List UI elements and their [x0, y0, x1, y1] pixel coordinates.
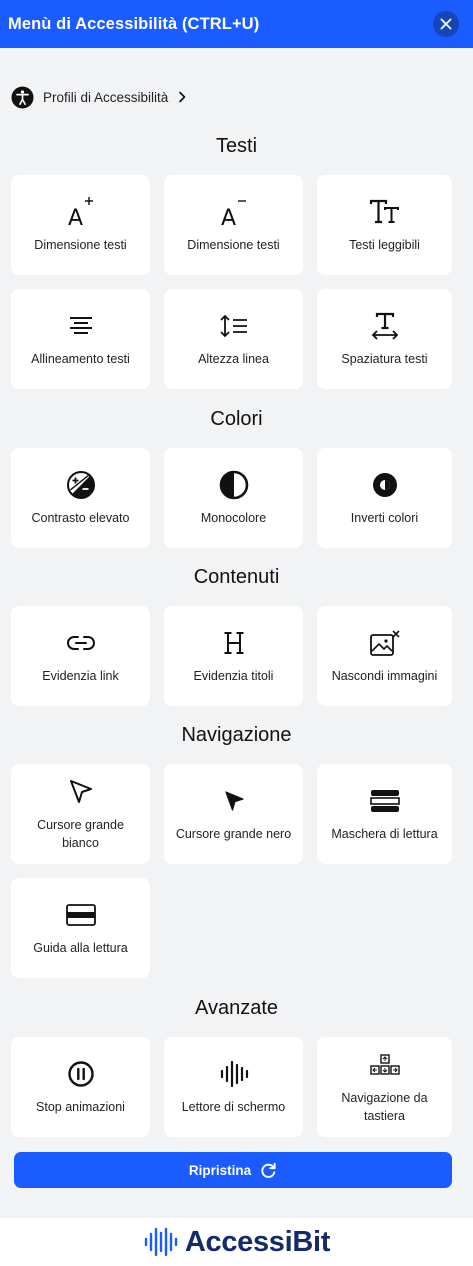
- reset-label: Ripristina: [188, 1162, 252, 1178]
- close-icon: [440, 18, 452, 30]
- option-big-white-cursor[interactable]: Cursore grande bianco: [11, 764, 150, 864]
- close-button[interactable]: [433, 11, 459, 37]
- section-title-navigazione: Navigazione: [181, 724, 292, 746]
- link-icon: [66, 636, 95, 650]
- option-increase-text-size[interactable]: A Dimensione testi: [11, 175, 150, 275]
- keyboard-keys-icon: [369, 1054, 400, 1075]
- letter-spacing-icon: [371, 312, 398, 340]
- option-label: Cursore grande nero: [175, 827, 292, 841]
- option-label: Guida alla lettura: [33, 941, 128, 955]
- cursor-outline-icon: [69, 780, 92, 803]
- option-highlight-links[interactable]: Evidenzia link: [11, 606, 150, 706]
- pause-circle-icon: [67, 1061, 94, 1087]
- option-text-align[interactable]: Allineamento testi: [11, 289, 150, 389]
- option-label: Lettore di schermo: [181, 1100, 286, 1114]
- option-monochrome[interactable]: Monocolore: [164, 448, 303, 548]
- half-circle-icon: [219, 470, 248, 500]
- option-screen-reader[interactable]: Lettore di schermo: [164, 1037, 303, 1137]
- option-line-height[interactable]: Altezza linea: [164, 289, 303, 389]
- contenuti-grid: Evidenzia link Evidenzia titoli Nascondi…: [11, 606, 452, 706]
- brand-name-part-a: Accessi: [184, 1225, 293, 1258]
- option-label: Navigazione da tastiera: [341, 1091, 428, 1123]
- refresh-icon: [261, 1162, 276, 1178]
- audio-wave-icon: [220, 1060, 248, 1088]
- hide-image-icon: [369, 630, 400, 656]
- contrast-icon: [66, 471, 95, 499]
- section-title-colori: Colori: [210, 408, 263, 430]
- option-decrease-text-size[interactable]: A Dimensione testi: [164, 175, 303, 275]
- option-label: Nascondi immagini: [331, 669, 438, 683]
- reset-button[interactable]: Ripristina: [14, 1152, 452, 1188]
- option-stop-animations[interactable]: Stop animazioni: [11, 1037, 150, 1137]
- avanzate-grid: Stop animazioni Lettore di schermo Navig…: [11, 1037, 452, 1137]
- accessibility-person-icon: [11, 85, 34, 109]
- text-increase-icon: A: [68, 197, 93, 228]
- option-hide-images[interactable]: Nascondi immagini: [317, 606, 452, 706]
- option-label: Cursore grande bianco: [37, 818, 124, 850]
- option-label: Monocolore: [200, 511, 267, 525]
- option-label: Evidenzia titoli: [193, 669, 274, 683]
- option-label: Contrasto elevato: [31, 511, 130, 525]
- accessibility-profiles-link[interactable]: Profili di Accessibilità: [11, 85, 187, 109]
- colori-grid: Contrasto elevato Monocolore Inverti col…: [11, 448, 452, 548]
- option-big-black-cursor[interactable]: Cursore grande nero: [164, 764, 303, 864]
- chevron-right-icon: [179, 91, 186, 103]
- cursor-filled-icon: [224, 791, 244, 811]
- option-high-contrast[interactable]: Contrasto elevato: [11, 448, 150, 548]
- option-reading-mask[interactable]: Maschera di lettura: [317, 764, 452, 864]
- option-label: Evidenzia link: [42, 669, 119, 683]
- option-label: Testi leggibili: [349, 238, 420, 252]
- option-label: Allineamento testi: [31, 352, 130, 366]
- section-title-testi: Testi: [215, 135, 258, 157]
- testi-grid: A Dimensione testi A Dimensione testi Te…: [11, 175, 452, 389]
- svg-text:A: A: [221, 206, 236, 228]
- option-invert-colors[interactable]: Inverti colori: [317, 448, 452, 548]
- brand-name-part-b: Bit: [292, 1225, 331, 1258]
- option-label: Inverti colori: [350, 511, 419, 525]
- option-readable-text[interactable]: Testi leggibili: [317, 175, 452, 275]
- menu-title: Menù di Accessibilità (CTRL+U): [8, 14, 260, 33]
- option-label: Stop animazioni: [36, 1100, 125, 1114]
- option-label: Spaziatura testi: [341, 352, 428, 366]
- reading-mask-icon: [369, 790, 400, 812]
- navigazione-grid: Cursore grande bianco Cursore grande ner…: [11, 764, 452, 978]
- accessibit-logo-icon: [144, 1227, 178, 1257]
- menu-header: Menù di Accessibilità (CTRL+U): [0, 0, 473, 48]
- option-highlight-titles[interactable]: Evidenzia titoli: [164, 606, 303, 706]
- svg-text:A: A: [68, 206, 83, 228]
- align-center-icon: [69, 317, 92, 334]
- option-text-spacing[interactable]: Spaziatura testi: [317, 289, 452, 389]
- section-title-avanzate: Avanzate: [194, 997, 279, 1019]
- footer-brand: AccessiBit: [0, 1218, 473, 1266]
- option-keyboard-navigation[interactable]: Navigazione da tastiera: [317, 1037, 452, 1137]
- profiles-label: Profili di Accessibilità: [43, 89, 169, 105]
- readable-font-icon: [369, 199, 399, 224]
- reading-guide-icon: [65, 904, 96, 926]
- option-label: Dimensione testi: [34, 238, 127, 252]
- text-decrease-icon: A: [221, 200, 246, 228]
- invert-colors-icon: [372, 473, 397, 497]
- section-title-contenuti: Contenuti: [193, 566, 280, 588]
- option-label: Maschera di lettura: [331, 827, 438, 841]
- option-label: Dimensione testi: [187, 238, 280, 252]
- option-label: Altezza linea: [198, 352, 269, 366]
- brand-name: AccessiBit: [184, 1225, 331, 1259]
- heading-icon: [224, 632, 243, 654]
- line-height-icon: [219, 314, 247, 338]
- option-reading-guide[interactable]: Guida alla lettura: [11, 878, 150, 978]
